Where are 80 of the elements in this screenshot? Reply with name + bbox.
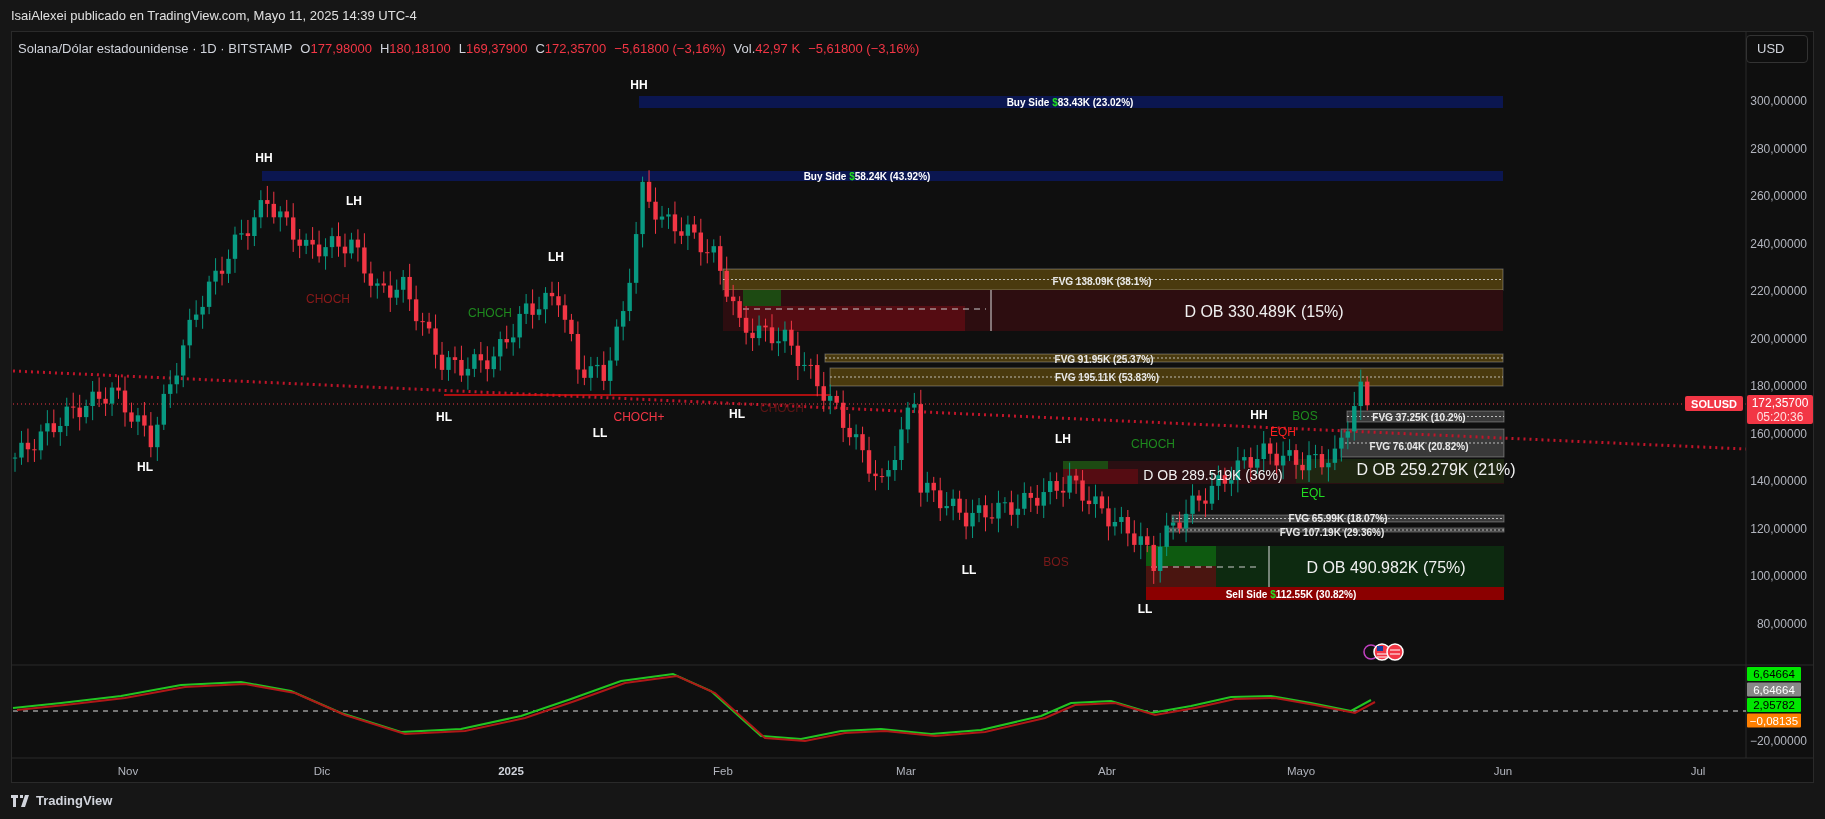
time-axis-label: Abr — [1098, 765, 1116, 777]
ohlc-value: H180,18100 — [379, 40, 451, 58]
structure-label: HH — [630, 78, 648, 92]
structure-label: HH — [255, 151, 273, 165]
fvg-label: FVG 91.95K (25.37%) — [1054, 353, 1154, 365]
price-axis-label: 120,00000 — [1750, 521, 1807, 536]
structure-label: BOS — [1292, 409, 1318, 423]
time-axis-label: Jul — [1690, 765, 1706, 777]
brand-name: TradingView — [36, 792, 113, 811]
ohlc-value: L169,37900 — [458, 40, 528, 58]
flag-icon — [1386, 643, 1404, 661]
liquidity-label: Buy Side $83.43K (23.02%) — [1006, 96, 1134, 108]
ohlc-value: C172,35700 — [535, 40, 607, 58]
structure-label: LH — [548, 250, 564, 264]
time-axis-label: Feb — [713, 765, 733, 777]
marker-line — [990, 289, 992, 332]
symbol-tag: SOLUSD — [1685, 396, 1743, 411]
liquidity-label: Sell Side $112.55K (30.82%) — [1225, 588, 1357, 600]
fvg-label: FVG 107.19K (29.36%) — [1279, 526, 1385, 538]
structure-label: LL — [961, 563, 977, 577]
price-axis-label: 220,00000 — [1750, 284, 1807, 299]
fvg-label: FVG 76.04K (20.82%) — [1369, 440, 1469, 452]
structure-label: EQL — [1301, 486, 1325, 500]
price-axis-label: 300,00000 — [1750, 94, 1807, 108]
structure-label: HL — [436, 410, 452, 424]
time-axis-label: Jun — [1493, 765, 1513, 777]
structure-label: HL — [137, 460, 153, 474]
price-axis-label: 80,00000 — [1756, 616, 1807, 631]
price-axis-label: 100,00000 — [1750, 569, 1807, 584]
order-block-label: D OB 259.279K (21%) — [1356, 460, 1516, 478]
liquidity-label: Buy Side $58.24K (43.92%) — [803, 170, 931, 182]
oscillator-value: 2,95782 — [1753, 699, 1795, 711]
oscillator-value: 6,64664 — [1753, 683, 1795, 696]
volume-change: −5,61800 (−3,16%) — [808, 40, 920, 58]
symbol-title: Solana/Dólar estadounidense · 1D · BITSTAMP — [18, 40, 293, 58]
structure-label: LL — [1137, 602, 1153, 616]
time-axis-label: Mayo — [1286, 765, 1316, 777]
order-block-label: D OB 490.982K (75%) — [1306, 558, 1466, 576]
time-axis-label: 2025 — [498, 765, 524, 777]
price-axis-label: 200,00000 — [1750, 331, 1807, 346]
oscillator-value: −0,08135 — [1749, 714, 1799, 727]
structure-label: EQH — [1270, 425, 1296, 439]
structure-label: CHOCH+ — [613, 410, 665, 424]
volume-value: Vol.42,97 K — [733, 40, 801, 58]
structure-label: CHOCH — [1131, 437, 1175, 451]
marker-line — [1268, 545, 1270, 588]
structure-label: BOS — [1043, 555, 1069, 569]
fvg-label: FVG 65.99K (18.07%) — [1288, 512, 1388, 524]
oscillator-value: 6,64664 — [1753, 668, 1795, 680]
structure-label: LL — [592, 426, 608, 440]
fvg-label: FVG 195.11K (53.83%) — [1055, 371, 1159, 383]
last-price: 172,35700 — [1751, 396, 1809, 410]
structure-label: CHOCH — [760, 401, 804, 415]
publication-info: IsaiAlexei publicado en TradingView.com, Mayo 11, 2025 14:39 UTC-4 — [11, 6, 417, 25]
fvg-label: FVG 37.25K (10.2%) — [1372, 411, 1466, 423]
price-axis-label: 140,00000 — [1750, 474, 1807, 489]
oscillator-axis-label: −20,00000 — [1749, 734, 1807, 748]
time-axis-label: Nov — [117, 765, 139, 777]
brand-logo-icon — [11, 795, 31, 807]
structure-label: HL — [729, 407, 745, 421]
time-axis-label: Mar — [896, 765, 916, 777]
ohlc-value: O177,98000 — [300, 40, 372, 58]
currency-button[interactable]: USD — [1746, 35, 1808, 63]
bar-countdown: 05:20:36 — [1756, 410, 1804, 424]
price-change: −5,61800 (−3,16%) — [614, 40, 726, 58]
order-block-segment — [1146, 566, 1216, 587]
time-axis-label: Dic — [313, 765, 331, 777]
price-axis-label: 180,00000 — [1750, 379, 1807, 394]
last-price-tag — [1747, 395, 1813, 424]
order-block-label: D OB 330.489K (15%) — [1184, 302, 1344, 320]
fvg-label: FVG 138.09K (38.1%) — [1052, 275, 1152, 287]
price-axis-label: 260,00000 — [1750, 189, 1807, 204]
structure-label: HH — [1250, 408, 1268, 422]
structure-label: CHOCH — [468, 306, 512, 320]
price-axis-label: 280,00000 — [1750, 141, 1807, 156]
price-axis-label: 240,00000 — [1750, 236, 1807, 251]
price-axis-label: 160,00000 — [1750, 426, 1807, 441]
structure-label: CHOCH — [306, 292, 350, 306]
structure-label: LH — [1055, 432, 1071, 446]
structure-label: LH — [346, 194, 362, 208]
